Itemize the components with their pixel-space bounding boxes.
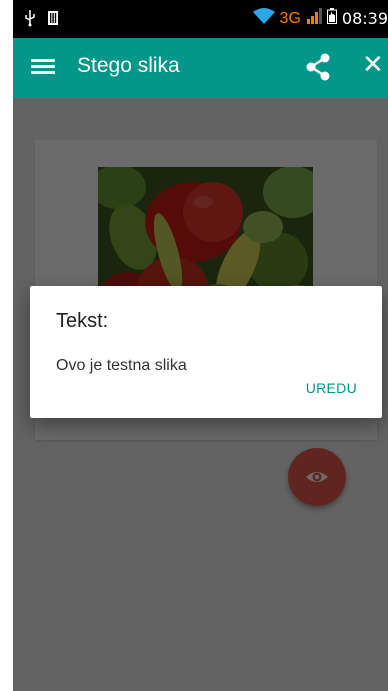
- usb-icon: [23, 9, 37, 32]
- battery-icon: [326, 8, 337, 29]
- dialog-title: Tekst:: [56, 310, 109, 332]
- text-dialog: Tekst: Ovo je testna slika UREDU: [30, 286, 382, 418]
- status-bar: 3G 08:39: [13, 0, 388, 38]
- dialog-message: Ovo je testna slika: [56, 357, 187, 374]
- clock: 08:39: [341, 9, 388, 28]
- ok-button[interactable]: UREDU: [306, 380, 357, 396]
- network-type: 3G: [279, 9, 301, 27]
- hamburger-menu-icon[interactable]: [31, 56, 55, 80]
- signal-icon: [306, 8, 322, 29]
- share-icon[interactable]: [303, 52, 333, 82]
- app-title: Stego slika: [77, 54, 180, 77]
- close-icon[interactable]: ✕: [362, 50, 384, 80]
- wifi-icon: [252, 8, 275, 29]
- app-bar: Stego slika ✕: [13, 38, 388, 98]
- sim-icon: [47, 10, 59, 31]
